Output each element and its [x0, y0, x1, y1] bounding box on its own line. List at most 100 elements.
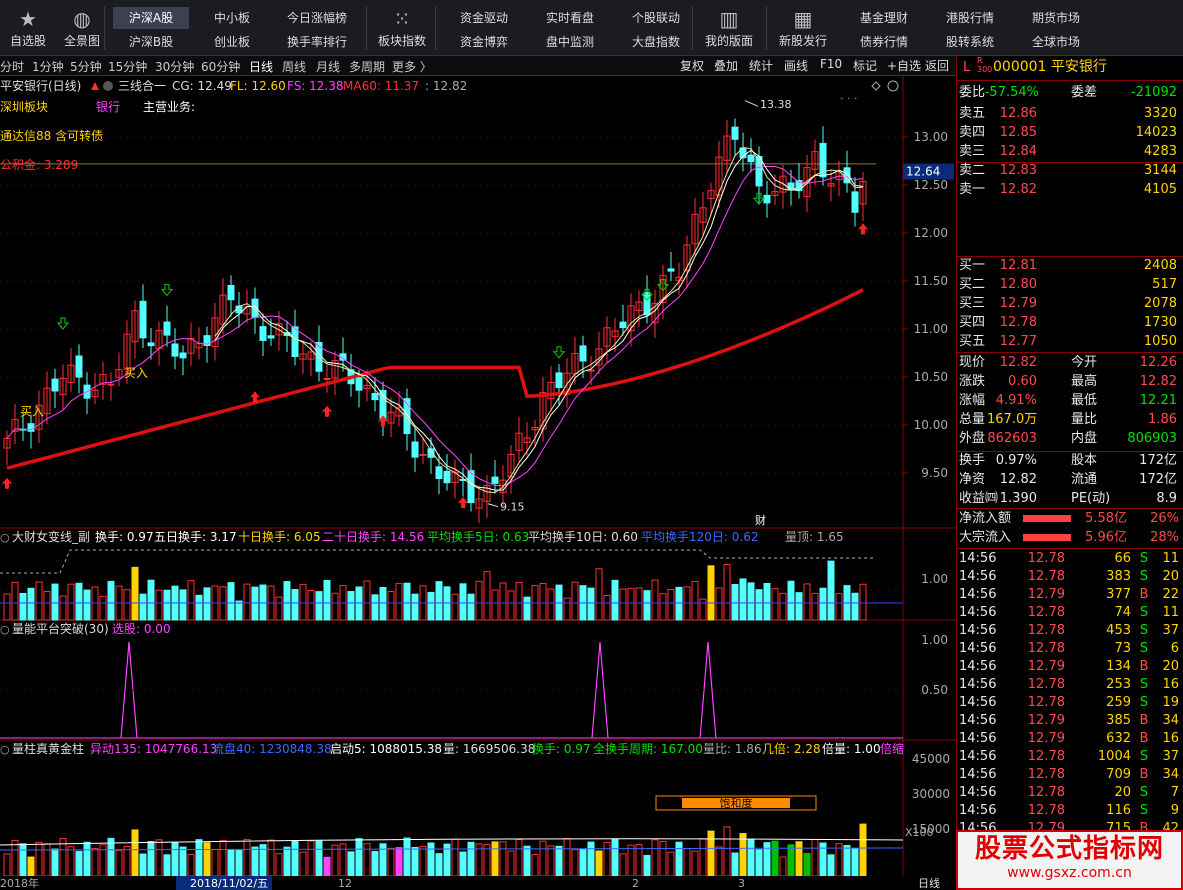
volume-bar [51, 848, 59, 877]
tick-side: S [1139, 677, 1149, 692]
bid-row[interactable]: 买三 12.79 2078 [957, 294, 1183, 313]
chart-tool-button[interactable]: +自选 [887, 57, 921, 74]
tick-price: 12.78 [1027, 641, 1065, 656]
ask-row[interactable]: 卖二 12.83 3144 [957, 161, 1183, 180]
toolbar-button-calendar[interactable]: ▦ 新股发行 [777, 0, 829, 56]
high-pointer [744, 100, 759, 107]
bid-row[interactable]: 买五 12.77 1050 [957, 332, 1183, 351]
stat-row: 收益㈣ 1.390 PE(动) 8.9 [957, 489, 1183, 508]
turnover-bar [571, 581, 579, 621]
bid-row[interactable]: 买二 12.80 517 [957, 275, 1183, 294]
chart-tool-button[interactable]: 画线 [784, 57, 808, 74]
turnover-bar [835, 593, 843, 621]
period-tab[interactable]: 60分钟 [201, 58, 240, 75]
volume-bar [779, 856, 787, 877]
tick-price: 12.78 [1027, 767, 1065, 782]
volume-bar [795, 841, 803, 877]
chart-tool-button[interactable]: 复权 [680, 57, 704, 74]
date-axis-month: 3 [738, 877, 745, 890]
period-tab[interactable]: 周线 [282, 58, 306, 75]
turnover-bar [19, 592, 27, 621]
sell-arrow-icon [56, 317, 70, 330]
tick-row: 14:56 12.78 20 S 7 [957, 784, 1183, 802]
watermark-url: www.gsxz.com.cn [1007, 865, 1132, 881]
toolbar-link[interactable]: 换手率排行 [278, 31, 356, 53]
volume-bar [67, 846, 75, 877]
period-tab[interactable]: 5分钟 [70, 58, 102, 75]
volume-bar [243, 838, 251, 877]
candle-body [75, 355, 83, 378]
tick-count: 16 [1162, 731, 1179, 746]
toolbar-link[interactable]: 资金驱动 [446, 7, 522, 29]
toolbar-link[interactable]: 个股联动 [618, 7, 694, 29]
turnover-bar [827, 560, 835, 621]
candle-body [227, 284, 235, 301]
pane4-unit: X100 [905, 826, 934, 839]
fl-value: FL: 12.60 [230, 79, 286, 93]
flow-label: 净流入额 [959, 511, 1012, 526]
tick-price: 12.79 [1027, 713, 1065, 728]
toolbar-button-layout[interactable]: ▥ 我的版面 [703, 0, 755, 56]
toolbar-link[interactable]: 盘中监测 [532, 31, 608, 53]
bid-row[interactable]: 买一 12.81 2408 [957, 256, 1183, 275]
period-tab[interactable]: 30分钟 [155, 58, 194, 75]
chart-tool-button[interactable]: 统计 [749, 57, 773, 74]
volume-bar [555, 845, 563, 877]
chart-tool-button[interactable]: 标记 [853, 57, 877, 74]
date-axis-month: 2 [632, 877, 639, 890]
pane4-axis-label: 45000 [912, 752, 950, 766]
volume-bar [603, 841, 611, 877]
toolbar-link[interactable]: 期货市场 [1018, 7, 1094, 29]
toolbar-link[interactable]: 港股行情 [932, 7, 1008, 29]
toolbar-button-label: 全景图 [63, 34, 100, 48]
ask-row[interactable]: 卖三 12.84 4283 [957, 142, 1183, 161]
volume-bar [3, 853, 11, 877]
chart-tool-button[interactable]: F10 [820, 57, 842, 71]
toolbar-button-globe[interactable]: ◍ 全景图 [56, 0, 108, 56]
volume-bar [811, 839, 819, 877]
toolbar-link[interactable]: 基金理财 [846, 7, 922, 29]
turnover-bar [235, 600, 243, 621]
toolbar-button-grid[interactable]: ⁙ 板块指数 [376, 0, 428, 56]
toolbar-link[interactable]: 沪深A股 [113, 7, 189, 29]
toolbar-link[interactable]: 股转系统 [932, 31, 1008, 53]
period-tab[interactable]: 日线 [249, 58, 273, 75]
ask-row[interactable]: 卖五 12.86 3320 [957, 104, 1183, 123]
toolbar-link[interactable]: 沪深B股 [113, 31, 189, 53]
toolbar-link[interactable]: 创业板 [196, 31, 268, 53]
volume-bar [179, 846, 187, 877]
toolbar-button-star[interactable]: ★ 自选股 [2, 0, 54, 56]
toolbar-link[interactable]: 今日涨幅榜 [278, 7, 356, 29]
price-axis-label: 13.00 [914, 130, 948, 144]
period-tab[interactable]: 分时 [0, 58, 24, 75]
period-tab[interactable]: 多周期 [349, 58, 385, 75]
toolbar-link[interactable]: 全球市场 [1018, 31, 1094, 53]
volume-bar [803, 853, 811, 877]
period-tab[interactable]: 更多 〉 [392, 58, 432, 75]
bid-row[interactable]: 买四 12.78 1730 [957, 313, 1183, 332]
ask-row[interactable]: 卖一 12.82 4105 [957, 180, 1183, 199]
toolbar-link[interactable]: 实时看盘 [532, 7, 608, 29]
toolbar-link[interactable]: 大盘指数 [618, 31, 694, 53]
candle-body [323, 377, 331, 380]
turnover-bar [755, 589, 763, 621]
toolbar-link[interactable]: 资金博弈 [446, 31, 522, 53]
stat-label: 总量 [959, 412, 986, 427]
ask-row[interactable]: 卖四 12.85 14023 [957, 123, 1183, 142]
webi-diff-label: 委差 [1071, 85, 1098, 100]
period-tab[interactable]: 1分钟 [32, 58, 64, 75]
chart-tool-button[interactable]: 叠加 [714, 57, 738, 74]
period-tab[interactable]: 15分钟 [108, 58, 147, 75]
period-tab[interactable]: 月线 [316, 58, 340, 75]
volume-bar [411, 846, 419, 877]
kline-chart[interactable]: 13.00 12.50 12.00 11.50 11.00 10.50 10.00 9.50 1… [0, 76, 956, 890]
turnover-bar [251, 586, 259, 621]
toolbar-link[interactable]: 中小板 [196, 7, 268, 29]
tick-time: 14:56 [959, 569, 997, 584]
toolbar-link[interactable]: 债券行情 [846, 31, 922, 53]
volume-bar [659, 840, 667, 877]
turnover-bar [707, 565, 715, 621]
stat-label: 净资 [959, 472, 986, 487]
r300-badge: R 300 [977, 56, 993, 74]
chart-tool-button[interactable]: 返回 [925, 57, 949, 74]
